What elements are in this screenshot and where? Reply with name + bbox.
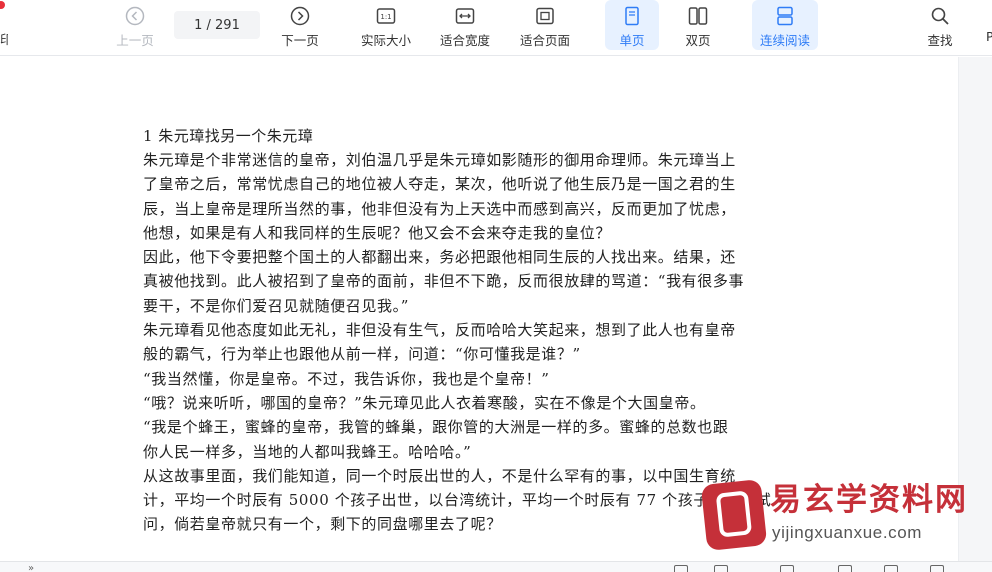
- text-line: 要干，不是你们爱召见就随便召见我。”: [143, 296, 409, 315]
- prev-page-button[interactable]: 上一页: [112, 0, 158, 56]
- actual-size-button[interactable]: 1:1 实际大小: [357, 0, 415, 56]
- actual-size-icon: 1:1: [376, 8, 396, 24]
- search-icon: [931, 7, 949, 25]
- text-line: “我是个蜂王，蜜蜂的皇帝，我管的蜂巢，跟你管的大洲是一样的多。蜜蜂的总数也跟: [143, 418, 729, 437]
- next-page-button[interactable]: 下一页: [277, 0, 323, 56]
- double-page-label: 双页: [685, 33, 711, 48]
- text-line: 因此，他下令要把整个国土的人都翻出来，务必把跟他相同生辰的人找出来。结果，还: [143, 248, 736, 267]
- single-page-button[interactable]: 单页: [605, 0, 659, 50]
- continuous-read-label: 连续阅读: [759, 33, 810, 48]
- text-line: “哦？说来听听，哪国的皇帝？”朱元璋见此人衣着寒酸，实在不像是个大国皇帝。: [143, 393, 706, 412]
- arrow-right-circle-icon: [290, 6, 310, 26]
- fit-width-label: 适合宽度: [439, 33, 490, 48]
- watermark-url: yijingxuanxue.com: [772, 523, 923, 542]
- notification-dot: [0, 1, 5, 9]
- text-line: 辰，当上皇帝是理所当然的事，他非但没有为上天选中而感到高兴，反而更加了忧虑，: [143, 199, 736, 218]
- bottom-bar: »: [0, 561, 992, 572]
- page-number-input[interactable]: 1 / 291: [174, 11, 260, 39]
- page-indicator: 1 / 291: [194, 17, 240, 33]
- text-line: 你人民一样多，当地的人都叫我蜂王。哈哈哈。”: [143, 442, 472, 461]
- page-content: 1 朱元璋找另一个朱元璋 朱元璋是个非常迷信的皇帝，刘伯温几乎是朱元璋如影随形的…: [143, 124, 813, 537]
- text-line: 真被他找到。此人被招到了皇帝的面前，非但不下跪，反而很放肆的骂道：“我有很多事: [143, 272, 745, 291]
- toolbar-item-cut-right[interactable]: P: [986, 29, 992, 44]
- watermark-text: 易玄学资料网: [770, 482, 968, 518]
- text-line: 朱元璋是个非常迷信的皇帝，刘伯温几乎是朱元璋如影随形的御用命理师。朱元璋当上: [143, 151, 736, 169]
- single-page-icon: [625, 6, 639, 26]
- continuous-read-button[interactable]: 连续阅读: [752, 0, 818, 50]
- fit-page-icon: [536, 7, 554, 25]
- document-body: 朱元璋是个非常迷信的皇帝，刘伯温几乎是朱元璋如影随形的御用命理师。朱元璋当上 了皇…: [143, 148, 813, 537]
- thumbnail-icon[interactable]: [674, 565, 688, 572]
- fit-page-label: 适合页面: [519, 33, 570, 48]
- toolbar: 印 上一页 1 / 291 下一页 1:1 实际大小 适合宽度 适合页面 单页 …: [0, 0, 992, 56]
- fullscreen-icon[interactable]: [930, 565, 944, 572]
- toolbar-item-cut-left[interactable]: 印: [0, 29, 8, 48]
- fit-width-button[interactable]: 适合宽度: [436, 0, 494, 56]
- arrow-left-circle-icon: [125, 6, 145, 26]
- search-button[interactable]: 查找: [920, 0, 960, 56]
- next-page-label: 下一页: [281, 33, 319, 48]
- fit-page-button[interactable]: 适合页面: [516, 0, 574, 56]
- page-split-icon[interactable]: [838, 565, 852, 572]
- fit-width-icon: [455, 8, 475, 24]
- text-line: 他想，如果是有人和我同样的生辰呢？他又会不会来夺走我的皇位？: [143, 223, 612, 242]
- continuous-read-icon: [777, 6, 793, 26]
- text-line: 般的霸气，行为举止也跟他从前一样，问道：“你可懂我是谁？”: [143, 345, 581, 364]
- chapter-title: 1 朱元璋找另一个朱元璋: [143, 127, 314, 145]
- prev-page-label: 上一页: [116, 33, 154, 48]
- text-line: 朱元璋看见他态度如此无礼，非但没有生气，反而哈哈大笑起来，想到了此人也有皇帝: [143, 321, 736, 340]
- double-page-button[interactable]: 双页: [672, 0, 724, 56]
- page-icon[interactable]: [780, 565, 794, 572]
- actual-size-icon-text: 1:1: [380, 13, 391, 21]
- grid-icon[interactable]: [714, 565, 728, 572]
- watermark-logo-icon: [700, 479, 768, 551]
- double-page-icon: [688, 7, 708, 25]
- layout-icon[interactable]: [884, 565, 898, 572]
- text-line: “我当然懂，你是皇帝。不过，我告诉你，我也是个皇帝！”: [143, 369, 550, 388]
- single-page-label: 单页: [619, 33, 645, 48]
- actual-size-label: 实际大小: [360, 33, 411, 48]
- search-label: 查找: [927, 33, 953, 48]
- chevron-down-icon[interactable]: »: [28, 564, 34, 572]
- watermark: 易玄学资料网 yijingxuanxue.com: [700, 479, 969, 552]
- text-line: 了皇帝之后，常常忧虑自己的地位被人夺走，某次，他听说了他生辰乃是一国之君的生: [143, 175, 736, 194]
